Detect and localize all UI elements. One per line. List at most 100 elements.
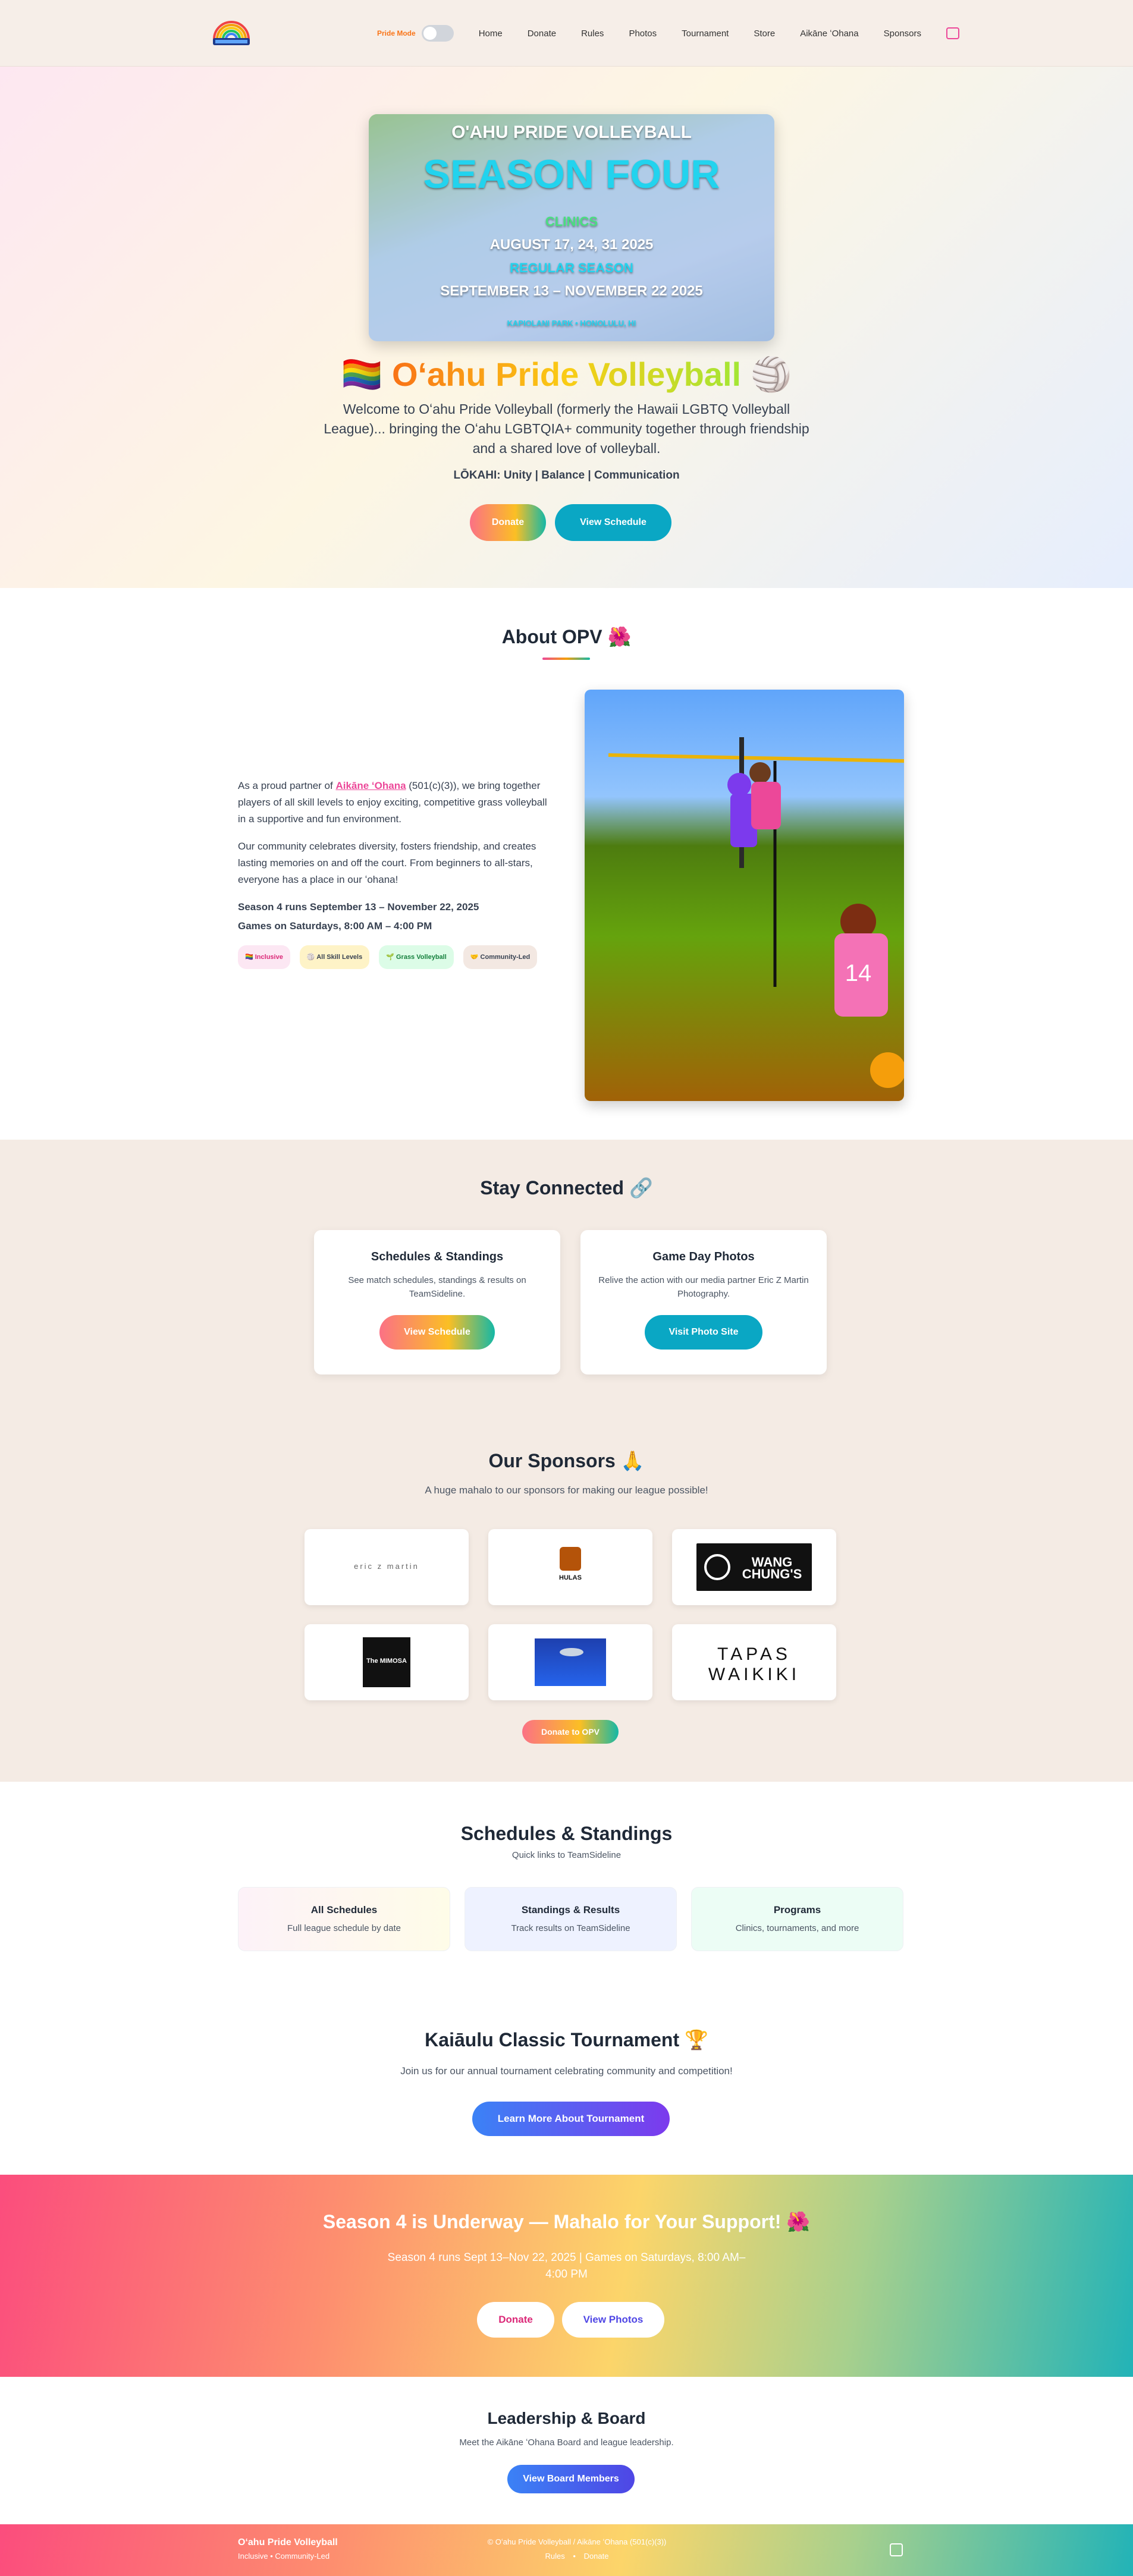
sponsor-eric-z-martin[interactable]: eric z martin (305, 1529, 469, 1605)
footer-tagline: Inclusive • Community-Led (238, 2552, 330, 2561)
badge-skill-levels: 🏐 All Skill Levels (299, 945, 370, 969)
hero-title-text: Oʻahu Pride Volleyball (391, 356, 742, 393)
banner-line1: Season 4 runs Sept 13–Nov 22, 2025 | Gam… (387, 2251, 746, 2264)
poster-line2: SEASON FOUR (423, 152, 720, 197)
season-dates: Season 4 runs September 13 – November 22… (238, 901, 479, 913)
standings-card[interactable]: Standings & Results Track results on Tea… (465, 1887, 677, 1951)
about-text: As a proud partner of Aikāne ʻOhana (501… (238, 778, 547, 969)
poster-line5: REGULAR SEASON (510, 260, 633, 275)
hero-view-schedule-button[interactable]: View Schedule (555, 504, 671, 541)
donate-to-opv-button[interactable]: Donate to OPV (522, 1720, 619, 1744)
leadership-title: Leadership & Board (487, 2409, 646, 2427)
visit-photo-site-button[interactable]: Visit Photo Site (645, 1315, 762, 1350)
footer-copyright: © Oʻahu Pride Volleyball / Aikāne ʻOhana… (487, 2537, 667, 2546)
banner-title: Season 4 is Underway — Mahalo for Your S… (322, 2211, 811, 2232)
badge-inclusive: 🏳️‍🌈 Inclusive (238, 945, 290, 969)
sponsor-tapas-waikiki[interactable]: TAPAS WAIKIKI (672, 1624, 836, 1700)
photos-card: Game Day Photos Relive the action with o… (580, 1230, 827, 1375)
banner-view-photos-button[interactable]: View Photos (562, 2302, 664, 2338)
nav-donate[interactable]: Donate (528, 29, 556, 39)
about-p1-start: As a proud partner of (238, 780, 336, 791)
poster-line1: O'AHU PRIDE VOLLEYBALL (451, 122, 692, 142)
about-p2: Our community celebrates diversity, fost… (238, 841, 536, 885)
schedules-subtitle: Quick links to TeamSideline (511, 1850, 622, 1860)
standings-text: Track results on TeamSideline (511, 1923, 630, 1933)
sponsor-logo-text: WANG CHUNG'S (742, 1555, 802, 1581)
pride-mode-toggle[interactable] (421, 25, 454, 42)
sponsor-logo-text: eric z martin (354, 1562, 419, 1571)
nav-store[interactable]: Store (754, 29, 775, 39)
about-title: About OPV 🌺 (501, 626, 632, 647)
lokahi-tagline: LŌKAHI: Unity | Balance | Communication (453, 469, 680, 482)
schedules-card-text: See match schedules, standings & results… (348, 1275, 526, 1299)
sponsor-hulas[interactable]: HULAS (488, 1529, 652, 1605)
sponsors-title: Our Sponsors 🙏 (488, 1450, 645, 1471)
stay-connected-section: Stay Connected 🔗 Schedules & Standings S… (0, 1140, 1133, 1782)
badge-grass: 🌱 Grass Volleyball (379, 945, 454, 969)
pride-mode-label: Pride Mode (377, 29, 416, 37)
top-navbar: Pride Mode Home Donate Rules Photos Tour… (0, 0, 1133, 67)
hero-title: 🏳️‍🌈 Oʻahu Pride Volleyball 🏐 (0, 355, 1133, 394)
all-schedules-card[interactable]: All Schedules Full league schedule by da… (238, 1887, 450, 1951)
rainbow-flag-icon: 🏳️‍🌈 (341, 356, 383, 393)
tournament-title: Kaiāulu Classic Tournament 🏆 (425, 2029, 708, 2050)
schedules-title: Schedules & Standings (460, 1823, 673, 1844)
banner-line2: 4:00 PM (545, 2268, 588, 2281)
footer: Oʻahu Pride Volleyball Inclusive • Commu… (0, 2524, 1133, 2576)
footer-brand: Oʻahu Pride Volleyball (238, 2537, 338, 2547)
sponsor-mimosa[interactable]: The MIMOSA (305, 1624, 469, 1700)
poster-line6: SEPTEMBER 13 – NOVEMBER 22 2025 (440, 283, 703, 299)
season-poster-image: O'AHU PRIDE VOLLEYBALL SEASON FOUR CLINI… (369, 114, 774, 341)
footer-links: Rules • Donate (545, 2552, 609, 2561)
opv-logo[interactable] (209, 13, 253, 48)
tournament-subtitle: Join us for our annual tournament celebr… (400, 2065, 733, 2077)
poster-line4: AUGUST 17, 24, 31 2025 (489, 237, 654, 253)
footer-link-donate[interactable]: Donate (584, 2552, 609, 2561)
sponsor-logo-text: HULAS (559, 1574, 582, 1581)
sponsor-logo-text: TAPAS WAIKIKI (708, 1644, 801, 1684)
footer-link-rules[interactable]: Rules (545, 2552, 565, 2561)
sponsor-wang-chungs[interactable]: WANG CHUNG'S (672, 1529, 836, 1605)
all-schedules-text: Full league schedule by date (287, 1923, 401, 1933)
volleyball-action-photo: 14 (585, 690, 904, 1101)
aikane-ohana-link[interactable]: Aikāne ʻOhana (335, 780, 406, 791)
hero-donate-button[interactable]: Donate (470, 504, 546, 541)
season-banner: Season 4 is Underway — Mahalo for Your S… (0, 2175, 1133, 2377)
nav-photos[interactable]: Photos (629, 29, 657, 39)
programs-card[interactable]: Programs Clinics, tournaments, and more (691, 1887, 903, 1951)
programs-text: Clinics, tournaments, and more (735, 1923, 859, 1933)
standings-title: Standings & Results (521, 1904, 620, 1916)
sponsor-blue-logo[interactable] (488, 1624, 652, 1700)
nav-home[interactable]: Home (479, 29, 503, 39)
svg-text:14: 14 (845, 960, 872, 986)
footer-icon[interactable] (890, 2543, 903, 2556)
poster-line7: KAPIOLANI PARK • HONOLULU, HI (507, 319, 636, 328)
nav-tournament[interactable]: Tournament (682, 29, 729, 39)
schedules-card: Schedules & Standings See match schedule… (314, 1230, 560, 1375)
schedules-view-button[interactable]: View Schedule (379, 1315, 495, 1350)
title-underline (542, 658, 590, 660)
schedules-card-title: Schedules & Standings (371, 1250, 504, 1263)
badge-community: 🤝 Community-Led (463, 945, 538, 969)
nav-aikane-ohana[interactable]: Aikāne ʻOhana (800, 29, 858, 39)
nav-rules[interactable]: Rules (581, 29, 604, 39)
volleyball-icon: 🏐 (750, 356, 792, 393)
banner-donate-button[interactable]: Donate (477, 2302, 554, 2338)
sponsor-logo-text: The MIMOSA (366, 1657, 407, 1665)
photos-card-text: Relive the action with our media partner… (598, 1275, 809, 1299)
tournament-learn-more-button[interactable]: Learn More About Tournament (472, 2102, 670, 2136)
view-board-members-button[interactable]: View Board Members (507, 2465, 635, 2493)
photos-card-title: Game Day Photos (652, 1250, 755, 1263)
banner-info: Season 4 runs Sept 13–Nov 22, 2025 | Gam… (297, 2250, 836, 2283)
hero-section: O'AHU PRIDE VOLLEYBALL SEASON FOUR CLINI… (0, 67, 1133, 588)
cart-icon[interactable] (946, 27, 959, 39)
stay-connected-title: Stay Connected 🔗 (480, 1177, 653, 1199)
leadership-subtitle: Meet the Aikāne ʻOhana Board and league … (459, 2437, 674, 2448)
game-times: Games on Saturdays, 8:00 AM – 4:00 PM (238, 920, 432, 932)
hero-subtitle: Welcome to Oʻahu Pride Volleyball (forme… (324, 401, 809, 456)
nav-sponsors[interactable]: Sponsors (884, 29, 921, 39)
poster-line3: CLINICS (545, 214, 598, 229)
sponsors-subtitle: A huge mahalo to our sponsors for making… (425, 1484, 708, 1496)
programs-title: Programs (773, 1904, 821, 1916)
all-schedules-title: All Schedules (310, 1904, 378, 1916)
